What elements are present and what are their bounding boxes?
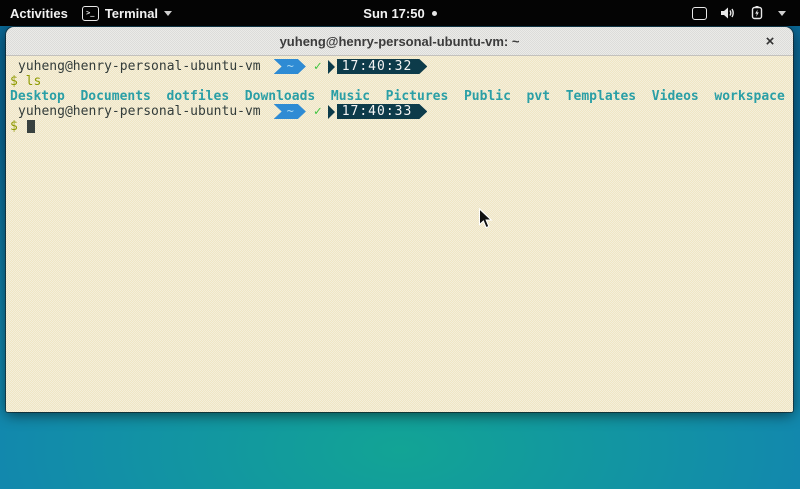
chevron-down-icon bbox=[778, 11, 786, 16]
window-titlebar[interactable]: yuheng@henry-personal-ubuntu-vm: ~ × bbox=[6, 27, 793, 56]
volume-icon bbox=[720, 6, 736, 20]
window-title: yuheng@henry-personal-ubuntu-vm: ~ bbox=[280, 34, 520, 49]
prompt-line-1: yuheng@henry-personal-ubuntu-vm ~ ✓ 17:4… bbox=[6, 59, 793, 74]
system-status-area[interactable] bbox=[692, 6, 800, 20]
time-segment-arrow-icon bbox=[328, 60, 335, 74]
desktop-background: Activities >_ Terminal Sun 17:50 bbox=[0, 0, 800, 489]
prompt-symbol: $ bbox=[10, 119, 18, 134]
ls-output-line: Desktop Documents dotfiles Downloads Mus… bbox=[6, 89, 793, 104]
prompt-path-segment: ~ bbox=[274, 104, 306, 119]
time-segment-arrow-icon bbox=[328, 105, 335, 119]
gnome-top-bar: Activities >_ Terminal Sun 17:50 bbox=[0, 0, 800, 26]
check-icon: ✓ bbox=[314, 59, 322, 74]
text-cursor bbox=[27, 120, 35, 133]
prompt-line-2: yuheng@henry-personal-ubuntu-vm ~ ✓ 17:4… bbox=[6, 104, 793, 119]
terminal-content[interactable]: yuheng@henry-personal-ubuntu-vm ~ ✓ 17:4… bbox=[6, 56, 793, 412]
command-line: $ ls bbox=[6, 74, 793, 89]
prompt-time-1: 17:40:32 bbox=[337, 59, 428, 74]
directory-list: Desktop Documents dotfiles Downloads Mus… bbox=[10, 89, 785, 104]
app-menu-terminal[interactable]: >_ Terminal bbox=[82, 6, 172, 21]
current-input-line[interactable]: $ bbox=[6, 119, 793, 134]
check-icon: ✓ bbox=[314, 104, 322, 119]
terminal-window: yuheng@henry-personal-ubuntu-vm: ~ × yuh… bbox=[6, 27, 793, 412]
battery-charging-icon bbox=[749, 6, 765, 20]
clock[interactable]: Sun 17:50 bbox=[363, 6, 424, 21]
activities-button[interactable]: Activities bbox=[10, 6, 68, 21]
notification-dot bbox=[432, 11, 437, 16]
chevron-down-icon bbox=[164, 11, 172, 16]
command-text: $ ls bbox=[10, 74, 41, 89]
close-button[interactable]: × bbox=[759, 27, 781, 55]
terminal-icon: >_ bbox=[82, 6, 99, 21]
prompt-time-2: 17:40:33 bbox=[337, 104, 428, 119]
prompt-user-host: yuheng@henry-personal-ubuntu-vm bbox=[18, 104, 261, 119]
prompt-path-segment: ~ bbox=[274, 59, 306, 74]
app-menu-label: Terminal bbox=[105, 6, 158, 21]
prompt-user-host: yuheng@henry-personal-ubuntu-vm bbox=[18, 59, 261, 74]
screen-icon bbox=[692, 7, 707, 20]
